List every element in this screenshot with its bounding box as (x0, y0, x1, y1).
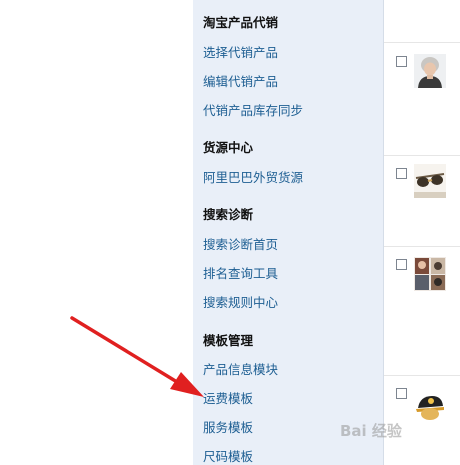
product-thumbnail-cap[interactable] (414, 390, 446, 424)
row-divider (384, 246, 460, 247)
product-thumbnail-hats-collage[interactable] (414, 257, 446, 291)
row-divider (384, 155, 460, 156)
link-size-template[interactable]: 尺码模板 (203, 446, 253, 465)
link-search-rules-center[interactable]: 搜索规则中心 (203, 292, 278, 311)
product-thumbnail-woman-hat[interactable] (414, 54, 446, 88)
link-edit-consign-products[interactable]: 编辑代销产品 (203, 71, 278, 90)
link-rank-query-tool[interactable]: 排名查询工具 (203, 263, 278, 282)
link-product-info-module[interactable]: 产品信息模块 (203, 359, 278, 378)
section-heading-search-diagnosis: 搜索诊断 (203, 207, 254, 222)
row-divider (384, 42, 460, 43)
link-shipping-template[interactable]: 运费模板 (203, 388, 253, 407)
product-checkbox[interactable] (396, 259, 407, 270)
product-checkbox[interactable] (396, 388, 407, 399)
section-heading-source-center: 货源中心 (203, 140, 254, 155)
product-checkbox[interactable] (396, 56, 407, 67)
sidebar-nav: 淘宝产品代销 选择代销产品 编辑代销产品 代销产品库存同步 货源中心 阿里巴巴外… (193, 0, 384, 465)
product-thumbnail-sunglasses[interactable] (414, 164, 446, 198)
link-consign-stock-sync[interactable]: 代销产品库存同步 (203, 100, 303, 119)
section-heading-taobao-consign: 淘宝产品代销 (203, 15, 279, 30)
link-alibaba-trade-source[interactable]: 阿里巴巴外贸货源 (203, 167, 303, 186)
link-service-template[interactable]: 服务模板 (203, 417, 253, 436)
watermark-logo: Bai 经验 (340, 422, 402, 440)
link-select-consign-products[interactable]: 选择代销产品 (203, 42, 278, 61)
link-search-diagnosis-home[interactable]: 搜索诊断首页 (203, 234, 278, 253)
product-checkbox[interactable] (396, 168, 407, 179)
section-heading-template-management: 模板管理 (203, 333, 254, 348)
row-divider (384, 375, 460, 376)
